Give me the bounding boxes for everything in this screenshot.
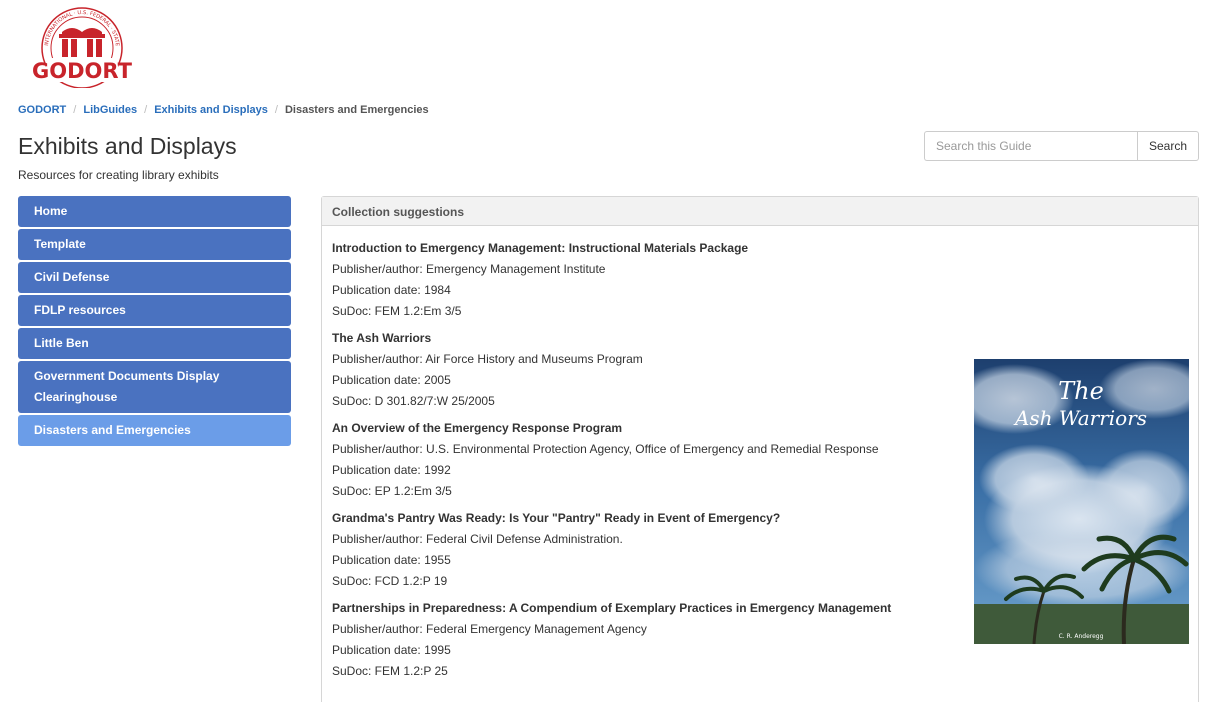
panel-body: Introduction to Emergency Management: In… — [322, 226, 1205, 700]
entry-title: The Ash Warriors — [332, 331, 432, 345]
nav-item-template[interactable]: Template — [18, 229, 291, 260]
breadcrumb: GODORT / LibGuides / Exhibits and Displa… — [18, 104, 429, 116]
breadcrumb-separator: / — [144, 104, 148, 116]
guide-search: Search — [924, 131, 1199, 161]
entry-sudoc: SuDoc: FEM 1.2:Em 3/5 — [332, 304, 462, 318]
breadcrumb-godort[interactable]: GODORT — [18, 104, 66, 116]
panel-heading: Collection suggestions — [322, 197, 1198, 226]
cover-author: C. R. Anderegg — [1059, 633, 1104, 640]
breadcrumb-separator: / — [274, 104, 278, 116]
entry-publisher: Publisher/author: Emergency Management I… — [332, 262, 606, 276]
breadcrumb-separator: / — [73, 104, 77, 116]
entry-title: Introduction to Emergency Management: In… — [332, 241, 749, 255]
godort-logo[interactable]: INTERNATIONAL · U.S. FEDERAL · STATE · L… — [24, 0, 138, 89]
list-item: Introduction to Emergency Management: In… — [332, 238, 1188, 322]
nav-item-little-ben[interactable]: Little Ben — [18, 328, 291, 359]
breadcrumb-current: Disasters and Emergencies — [284, 104, 429, 116]
page-title: Exhibits and Displays — [18, 133, 237, 159]
entry-sudoc: SuDoc: FEM 1.2:P 25 — [332, 664, 448, 678]
nav-item-home[interactable]: Home — [18, 196, 291, 227]
nav-item-disasters-and-emergencies[interactable]: Disasters and Emergencies — [18, 415, 291, 446]
guide-navigation: Home Template Civil Defense FDLP resourc… — [18, 196, 291, 448]
search-button[interactable]: Search — [1137, 131, 1199, 161]
nav-item-government-documents-display-clearinghouse[interactable]: Government Documents Display Clearinghou… — [18, 361, 291, 413]
nav-item-civil-defense[interactable]: Civil Defense — [18, 262, 291, 293]
page-description: Resources for creating library exhibits — [18, 168, 219, 182]
search-input[interactable] — [924, 131, 1137, 161]
cover-title-line1: The — [1058, 377, 1104, 405]
book-cover-image: The Ash Warriors C. R. Anderegg — [954, 359, 1205, 645]
cover-title-line2: Ash Warriors — [1013, 406, 1147, 430]
nav-item-fdlp-resources[interactable]: FDLP resources — [18, 295, 291, 326]
entry-date: Publication date: 1984 — [332, 283, 451, 297]
godort-logo-graphic: INTERNATIONAL · U.S. FEDERAL · STATE · L… — [24, 0, 133, 89]
ash-warriors-book-cover[interactable]: The Ash Warriors C. R. Anderegg — [954, 359, 1205, 645]
breadcrumb-libguides[interactable]: LibGuides — [83, 104, 137, 116]
collection-suggestions-panel: Collection suggestions Introduction to E… — [321, 196, 1205, 702]
logo-wordmark: GODORT — [32, 59, 133, 83]
breadcrumb-exhibits-and-displays[interactable]: Exhibits and Displays — [154, 104, 268, 116]
